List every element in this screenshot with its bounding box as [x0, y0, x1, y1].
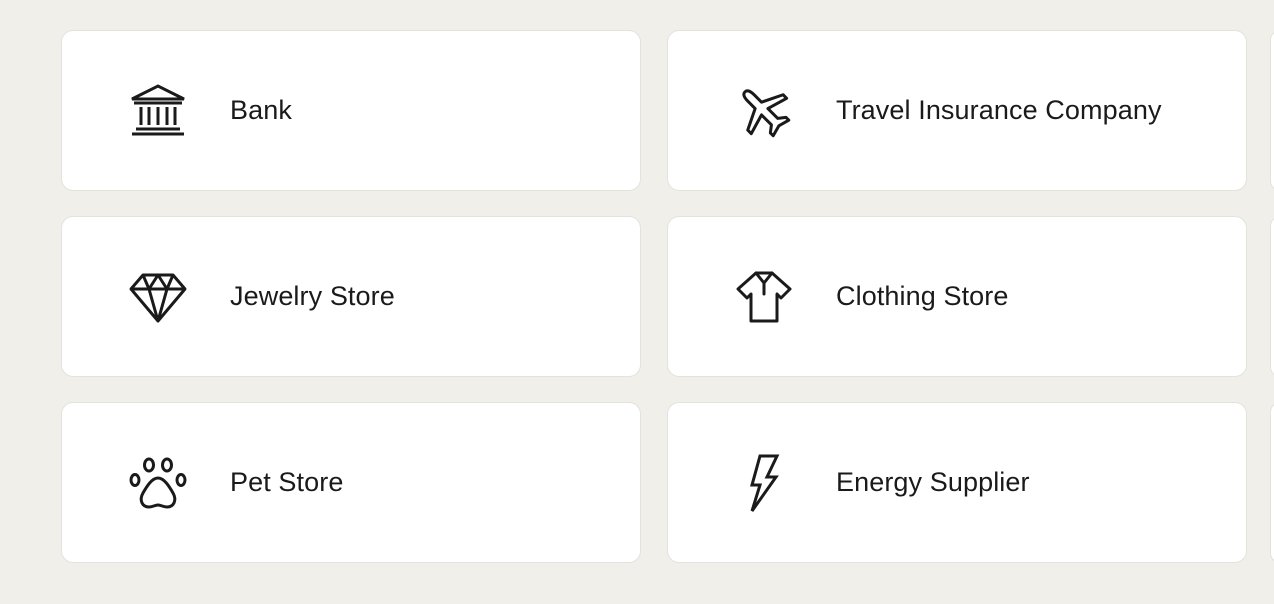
category-card-energy-supplier[interactable]: Energy Supplier — [667, 402, 1247, 563]
category-card-clothing-store[interactable]: Clothing Store — [667, 216, 1247, 377]
category-card-travel-insurance[interactable]: Travel Insurance Company — [667, 30, 1247, 191]
category-label: Clothing Store — [836, 281, 1009, 311]
category-card-pet-store[interactable]: Pet Store — [61, 402, 641, 563]
paw-icon — [128, 453, 188, 513]
category-label: Bank — [230, 95, 292, 125]
partial-card-edge — [1270, 402, 1274, 563]
category-label: Travel Insurance Company — [836, 95, 1162, 125]
diamond-icon — [128, 267, 188, 327]
bank-icon — [128, 81, 188, 141]
category-card-bank[interactable]: Bank — [61, 30, 641, 191]
lightning-bolt-icon — [734, 453, 794, 513]
airplane-icon — [734, 81, 794, 141]
category-label: Energy Supplier — [836, 467, 1030, 497]
category-grid: Bank Travel Insurance Company Jewelry St… — [61, 30, 1247, 563]
category-label: Pet Store — [230, 467, 344, 497]
category-label: Jewelry Store — [230, 281, 395, 311]
partial-card-edge — [1270, 216, 1274, 377]
shirt-icon — [734, 267, 794, 327]
partial-card-edge — [1270, 30, 1274, 191]
category-card-jewelry-store[interactable]: Jewelry Store — [61, 216, 641, 377]
